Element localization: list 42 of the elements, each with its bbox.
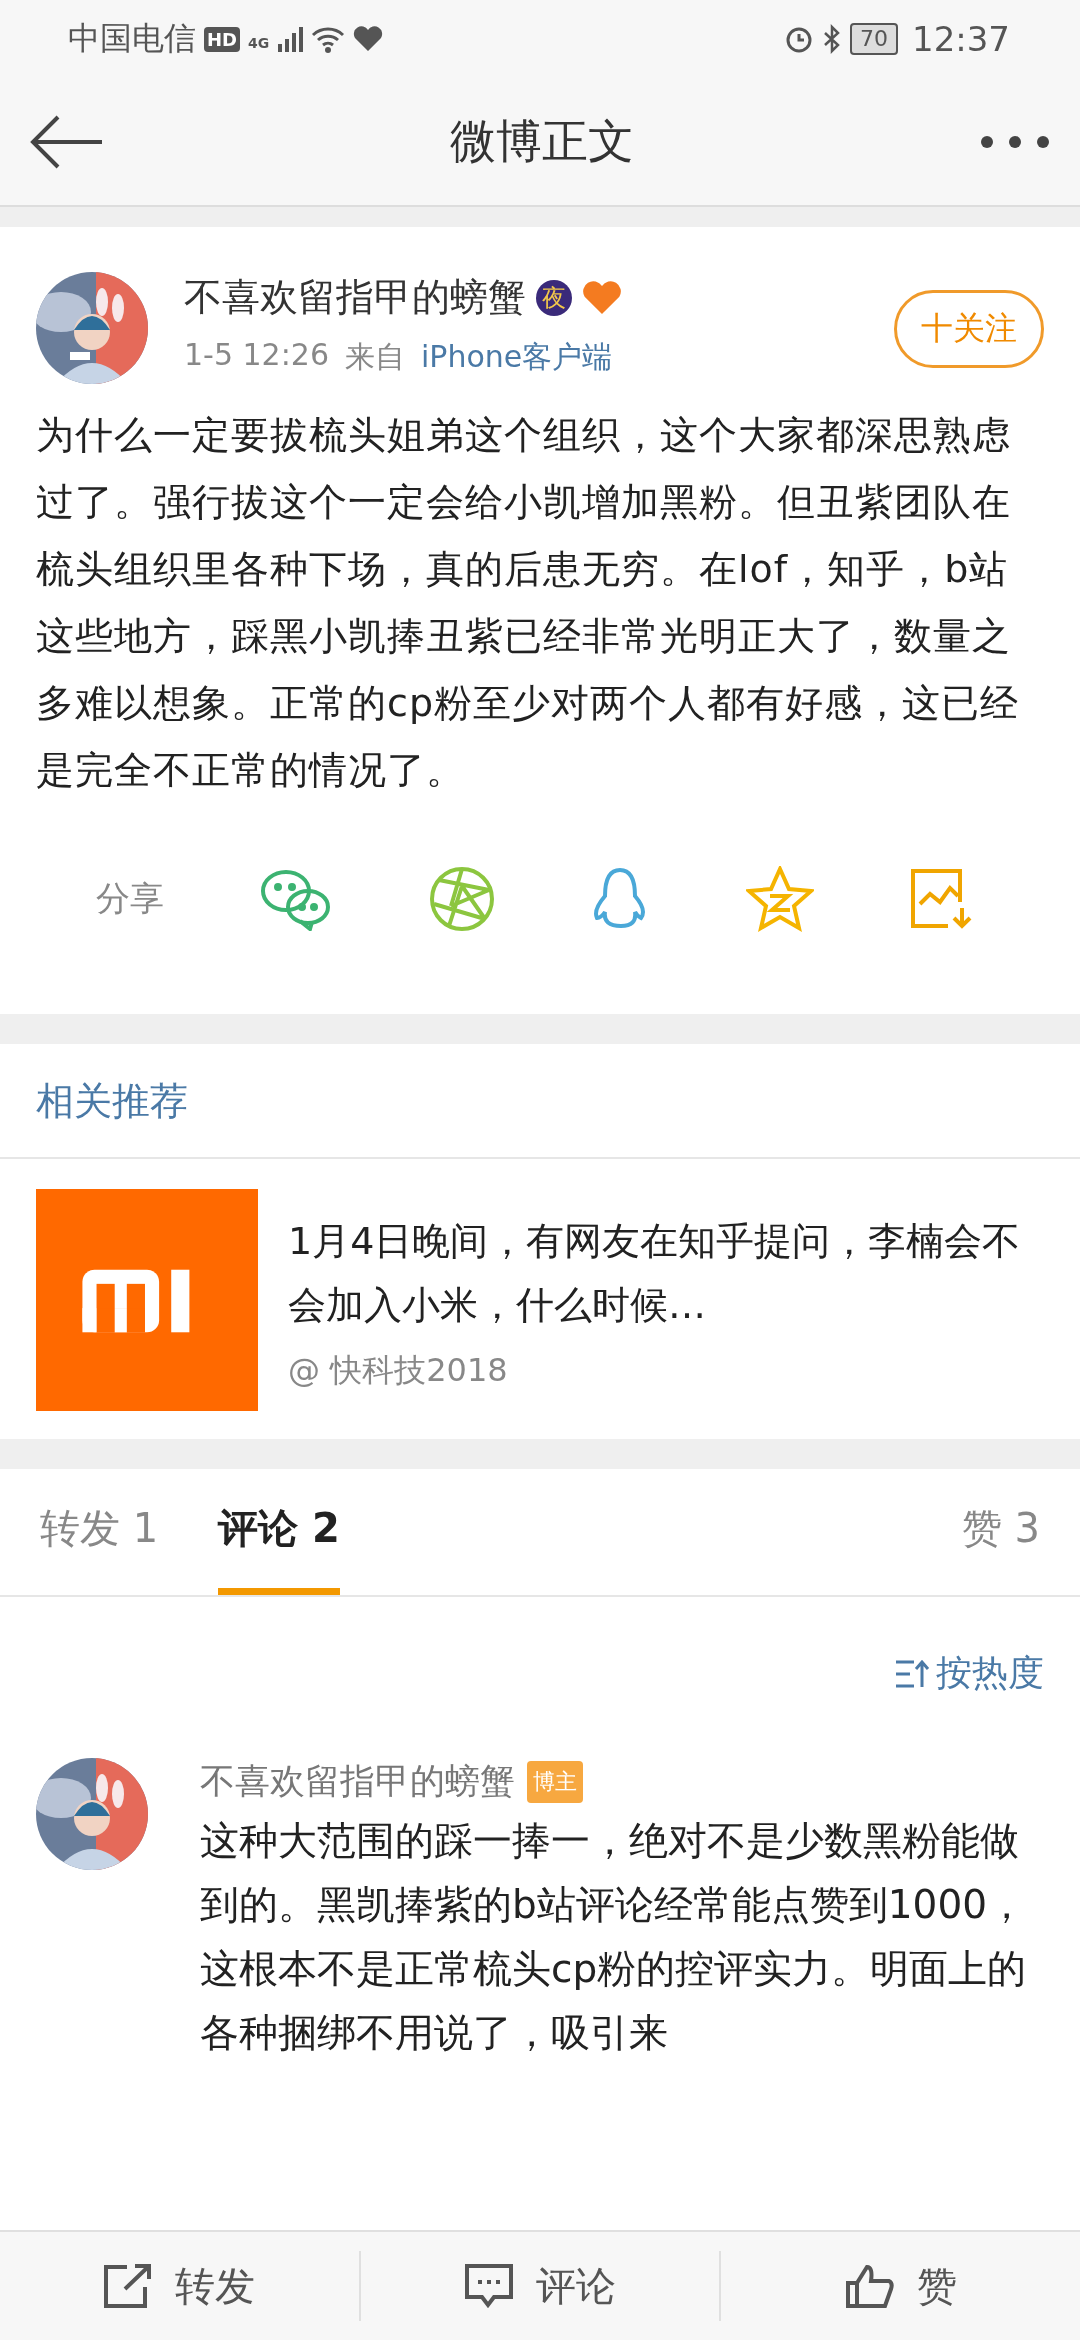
author-name[interactable]: 不喜欢留指甲的螃蟹: [184, 272, 526, 323]
article-source: @ 快科技2018: [288, 1350, 509, 1391]
sort-button[interactable]: 按热度: [894, 1649, 1044, 1698]
sort-icon: [894, 1658, 930, 1689]
tab[interactable]: 评论 2: [218, 1469, 340, 1595]
heart-icon: [353, 26, 384, 52]
more-options-icon[interactable]: [980, 134, 1050, 149]
clock-time: 12:37: [912, 19, 1010, 59]
hd-badge: HD: [204, 26, 240, 52]
battery-icon: 70: [850, 23, 898, 55]
share-label: 分享: [96, 877, 164, 920]
repost-button[interactable]: 转发: [0, 2232, 359, 2340]
network-type: 4G: [248, 35, 270, 51]
star-icon[interactable]: [745, 866, 814, 932]
back-arrow-icon[interactable]: [30, 113, 104, 170]
carrier-name: 中国电信: [68, 18, 196, 59]
tab[interactable]: 转发 1: [40, 1469, 159, 1595]
chat-bubbles-icon[interactable]: [260, 867, 333, 931]
commenter-name[interactable]: 不喜欢留指甲的螃蟹: [200, 1758, 515, 1805]
signal-icon: [277, 26, 304, 52]
tab[interactable]: 赞 3: [961, 1469, 1040, 1595]
comment-button[interactable]: 评论: [360, 2232, 720, 2340]
heart-icon: [582, 279, 622, 316]
comment-icon: [464, 2263, 514, 2309]
wifi-icon: [311, 25, 346, 53]
bluetooth-icon: [822, 24, 842, 54]
share-icon: [103, 2263, 154, 2309]
source-link[interactable]: iPhone客户端: [421, 337, 613, 378]
like-button[interactable]: 赞: [721, 2232, 1080, 2340]
source-label: 来自: [345, 338, 405, 376]
author-badge: 博主: [527, 1760, 583, 1803]
post-date: 1-5 12:26: [184, 337, 329, 374]
section-heading: 相关推荐: [0, 1044, 1080, 1159]
aperture-icon[interactable]: [428, 866, 495, 932]
page-title: 微博正文: [450, 112, 634, 170]
article-title: 1月4日晚间，有网友在知乎提问，李楠会不会加入小米，什么时候…: [288, 1218, 1022, 1329]
comment-text: 这种大范围的踩一捧一，绝对不是少数黑粉能做到的。黑凯捧紫的b站评论经常能点赞到1000，这根本不是正常梳头cp粉的控评实力。明面上的各种捆绑不用说了，吸引来: [200, 1817, 1028, 2057]
related-item[interactable]: 1月4日晚间，有网友在知乎提问，李楠会不会加入小米，什么时候… @ 快科技2018: [0, 1159, 1080, 1439]
image-download-icon[interactable]: [909, 868, 974, 930]
post-text: 为什么一定要拔梳头姐弟这个组织，这个大家都深思熟虑过了。强行拔这个一定会给小凯增加黑粉。但丑紫团队在梳头组织里各种下场，真的后患无穷。在lof，知乎，b站这些地方，踩黑小凯捧丑紫已经非常光明正大了，数量之多难以想象。正常的cp粉至少对两个人都有好感，这已经是完全不正常的情况了。: [36, 412, 1020, 794]
thumbs-up-icon: [844, 2263, 895, 2309]
night-badge: 夜: [536, 279, 572, 316]
